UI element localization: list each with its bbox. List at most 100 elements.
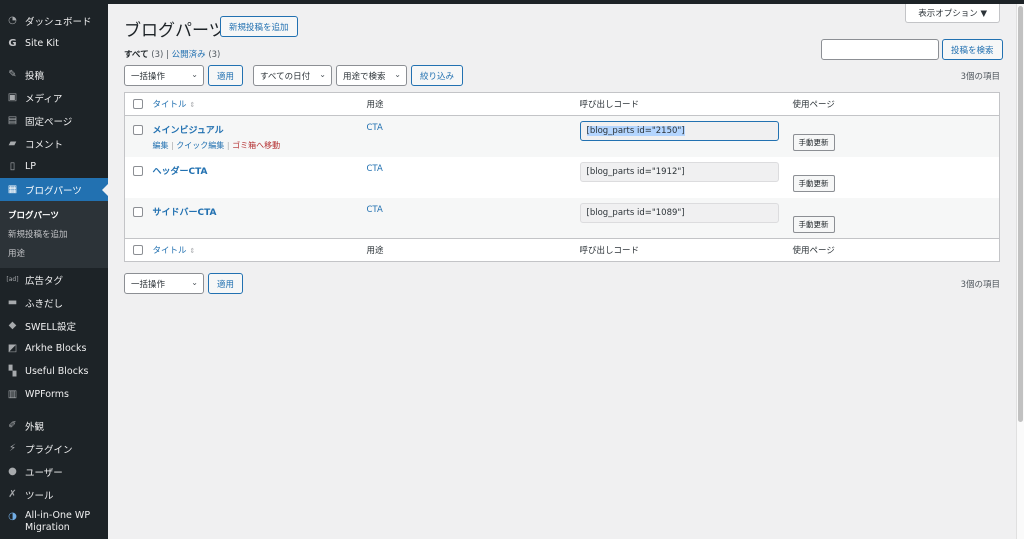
row-check-cell xyxy=(125,157,153,198)
menu-label: ツール xyxy=(25,490,54,502)
page-scrollbar[interactable] xyxy=(1016,4,1024,539)
bulk-action-select-bottom[interactable]: 一括操作 ⌄ xyxy=(124,273,204,294)
menu-site-kit[interactable]: G Site Kit xyxy=(0,32,108,55)
submenu-blog-parts[interactable]: ブログパーツ xyxy=(0,205,108,224)
menu-tools[interactable]: ✗ ツール xyxy=(0,483,108,506)
menu-label: ブログパーツ xyxy=(25,185,82,197)
menu-label: ダッシュボード xyxy=(25,16,92,28)
table-row: メインビジュアル 編集 | クイック編集 | ゴミ箱へ移動 CTA [blog_… xyxy=(124,115,1000,157)
usage-filter-select[interactable]: 用途で検索 ⌄ xyxy=(336,65,407,86)
menu-blog-parts[interactable]: ▦ ブログパーツ xyxy=(0,178,108,201)
menu-wpforms[interactable]: ▥ WPForms xyxy=(0,383,108,406)
shortcode-input[interactable]: [blog_parts id="1089"] xyxy=(579,202,779,223)
forms-icon: ▥ xyxy=(7,389,18,400)
row-actions: 編集 | クイック編集 | ゴミ箱へ移動 xyxy=(153,140,367,151)
add-new-button[interactable]: 新規投稿を追加 xyxy=(220,16,298,37)
menu-ad-tags[interactable]: [ad] 広告タグ xyxy=(0,268,108,291)
menu-label: LP xyxy=(25,161,37,172)
search-button[interactable]: 投稿を検索 xyxy=(942,39,1003,60)
row-checkbox[interactable] xyxy=(133,165,143,176)
scrollbar-thumb[interactable] xyxy=(1018,6,1023,422)
page-title: ブログパーツ xyxy=(124,21,226,41)
select-all-checkbox[interactable] xyxy=(133,98,143,109)
select-value: すべての日付 xyxy=(260,71,311,82)
code-cell: [blog_parts id="1089"] xyxy=(579,198,793,239)
shortcode-input[interactable]: [blog_parts id="2150"] xyxy=(579,121,779,141)
row-checkbox[interactable] xyxy=(133,125,143,135)
filter-all[interactable]: すべて xyxy=(124,50,149,60)
menu-label: 外観 xyxy=(25,421,45,433)
edit-link[interactable]: 編集 xyxy=(153,141,169,150)
manual-update-button[interactable]: 手動更新 xyxy=(792,134,835,151)
select-value: 一括操作 xyxy=(131,71,166,82)
select-value: 用途で検索 xyxy=(343,71,386,82)
column-title[interactable]: タイトル ⇕ xyxy=(152,92,367,116)
apply-button-bottom[interactable]: 適用 xyxy=(208,273,244,294)
menu-posts[interactable]: ✎ 投稿 xyxy=(0,63,108,86)
menu-media[interactable]: ▣ メディア xyxy=(0,86,108,109)
select-value: 一括操作 xyxy=(131,279,166,290)
menu-lp[interactable]: ▯ LP xyxy=(0,155,108,178)
menu-pages[interactable]: ▤ 固定ページ xyxy=(0,109,108,132)
row-title-link[interactable]: メインビジュアル xyxy=(153,123,367,136)
pin-icon: ✎ xyxy=(8,69,17,80)
sort-icon: ⇕ xyxy=(189,101,196,109)
menu-appearance[interactable]: ✐ 外観 xyxy=(0,414,108,437)
page-icon: ▤ xyxy=(7,115,18,126)
migration-icon: ◑ xyxy=(8,511,17,522)
menu-label: プラグイン xyxy=(25,444,73,456)
manual-update-button[interactable]: 手動更新 xyxy=(792,215,835,233)
menu-comments[interactable]: ▰ コメント xyxy=(0,132,108,155)
screen-options-button[interactable]: 表示オプション ▼ xyxy=(905,4,1000,23)
column-pages: 使用ページ xyxy=(792,92,1000,116)
grid-icon: ▚ xyxy=(8,366,17,377)
menu-label: WPForms xyxy=(25,389,70,400)
filter-published-count: (3) xyxy=(208,50,221,60)
menu-fukidashi[interactable]: ▬ ふきだし xyxy=(0,291,108,314)
menu-useful-blocks[interactable]: ▚ Useful Blocks xyxy=(0,360,108,383)
column-title[interactable]: タイトル ⇕ xyxy=(152,238,367,262)
date-filter-select[interactable]: すべての日付 ⌄ xyxy=(253,65,332,86)
table-row: ヘッダーCTA CTA [blog_parts id="1912"] 手動更新 xyxy=(125,157,1000,198)
column-code: 呼び出しコード xyxy=(579,238,793,262)
filter-button[interactable]: 絞り込み xyxy=(411,65,464,86)
table-footer-row: タイトル ⇕ 用途 呼び出しコード 使用ページ xyxy=(124,238,1000,262)
swell-icon: ◆ xyxy=(8,320,17,331)
menu-arkhe-blocks[interactable]: ◩ Arkhe Blocks xyxy=(0,337,108,360)
select-all-checkbox[interactable] xyxy=(133,244,143,255)
menu-swell-settings[interactable]: ◆ SWELL設定 xyxy=(0,314,108,337)
usage-cell: CTA xyxy=(367,157,580,198)
manual-update-button[interactable]: 手動更新 xyxy=(792,174,835,192)
shortcode-input[interactable]: [blog_parts id="1912"] xyxy=(579,161,779,182)
comment-icon: ▰ xyxy=(8,138,17,149)
usage-cell: CTA xyxy=(367,198,580,239)
search-input[interactable] xyxy=(821,39,939,60)
bulk-action-select-top[interactable]: 一括操作 ⌄ xyxy=(124,65,204,86)
row-checkbox[interactable] xyxy=(133,206,143,217)
filter-separator: | xyxy=(166,50,169,60)
submenu-add-new[interactable]: 新規投稿を追加 xyxy=(0,224,108,243)
select-all-cell xyxy=(124,238,153,262)
usage-link[interactable]: CTA xyxy=(367,123,383,133)
apply-button-top[interactable]: 適用 xyxy=(208,65,244,86)
submenu-usage[interactable]: 用途 xyxy=(0,243,108,262)
trash-link[interactable]: ゴミ箱へ移動 xyxy=(232,141,280,150)
wrench-icon: ✗ xyxy=(8,489,17,500)
filter-published[interactable]: 公開済み xyxy=(172,50,206,60)
menu-migration[interactable]: ◑ All-in-One WP Migration xyxy=(0,506,108,536)
status-filter-links: すべて (3) | 公開済み (3) xyxy=(124,48,220,60)
blog-parts-submenu: ブログパーツ 新規投稿を追加 用途 xyxy=(0,201,108,268)
usage-cell: CTA xyxy=(367,116,580,157)
usage-link[interactable]: CTA xyxy=(367,164,383,174)
menu-dashboard[interactable]: ◔ ダッシュボード xyxy=(0,9,108,32)
dashboard-icon: ◔ xyxy=(8,15,17,26)
usage-link[interactable]: CTA xyxy=(367,205,383,215)
column-usage: 用途 xyxy=(366,92,580,116)
menu-plugins[interactable]: ⚡ プラグイン xyxy=(0,437,108,460)
menu-users[interactable]: ● ユーザー xyxy=(0,460,108,483)
quick-edit-link[interactable]: クイック編集 xyxy=(176,141,224,150)
row-title-link[interactable]: ヘッダーCTA xyxy=(153,164,367,177)
pages-cell: 手動更新 xyxy=(792,198,1000,239)
row-title-link[interactable]: サイドバーCTA xyxy=(153,205,367,218)
google-g-icon: G xyxy=(8,38,17,49)
